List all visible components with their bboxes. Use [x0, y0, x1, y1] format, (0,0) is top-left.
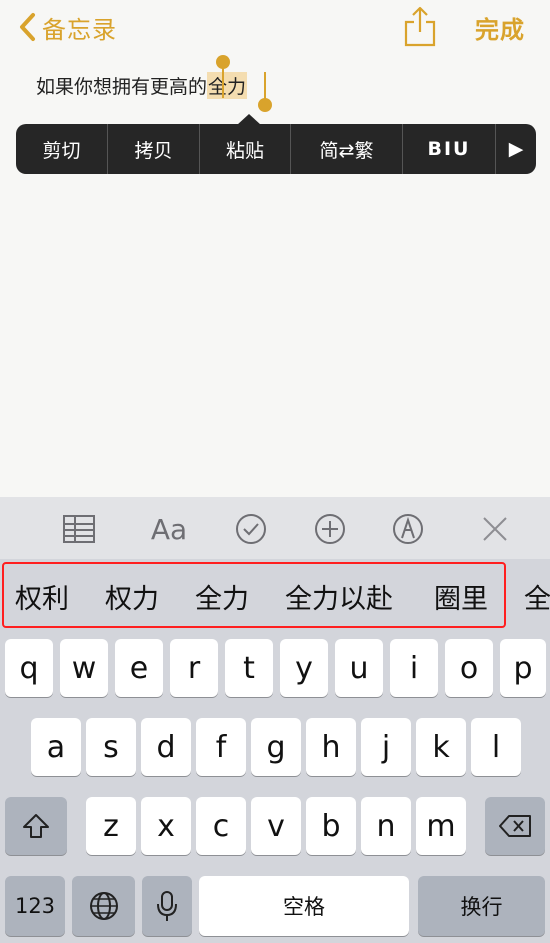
key-e[interactable]: e: [115, 639, 163, 697]
key-k[interactable]: k: [416, 718, 466, 776]
selection-end-handle[interactable]: [257, 72, 273, 114]
simplified-traditional-button[interactable]: 简⇄繁: [291, 124, 403, 174]
table-icon[interactable]: [62, 512, 96, 546]
key-r[interactable]: r: [170, 639, 218, 697]
keyboard: Aa 权利 权力 全力 全力以赴 圈里 全 q w e r t y u i o …: [0, 497, 550, 943]
key-o[interactable]: o: [445, 639, 493, 697]
back-button[interactable]: 备忘录: [16, 10, 117, 44]
microphone-icon: [157, 891, 177, 921]
done-button[interactable]: 完成: [475, 10, 525, 45]
shift-key[interactable]: [5, 797, 67, 855]
key-f[interactable]: f: [196, 718, 246, 776]
key-u[interactable]: u: [335, 639, 383, 697]
key-n[interactable]: n: [361, 797, 411, 855]
candidate-word[interactable]: 圈里: [434, 577, 488, 616]
delete-key[interactable]: [485, 797, 545, 855]
key-q[interactable]: q: [5, 639, 53, 697]
key-w[interactable]: w: [60, 639, 108, 697]
key-s[interactable]: s: [86, 718, 136, 776]
key-i[interactable]: i: [390, 639, 438, 697]
key-z[interactable]: z: [86, 797, 136, 855]
key-h[interactable]: h: [306, 718, 356, 776]
globe-icon: [89, 892, 118, 920]
candidate-bar: 权利 权力 全力 全力以赴 圈里 全: [0, 559, 550, 629]
candidate-highlight-box: [2, 562, 506, 628]
shift-icon: [23, 814, 49, 838]
globe-key[interactable]: [72, 876, 135, 936]
candidate-word[interactable]: 权利: [15, 577, 69, 616]
key-l[interactable]: l: [471, 718, 521, 776]
close-icon[interactable]: [480, 512, 510, 546]
paste-button[interactable]: 粘贴: [200, 124, 291, 174]
candidate-word[interactable]: 全力以赴: [285, 577, 393, 616]
key-d[interactable]: d: [141, 718, 191, 776]
add-icon[interactable]: [313, 512, 347, 546]
key-p[interactable]: p: [500, 639, 546, 697]
candidate-word[interactable]: 全力: [195, 577, 249, 616]
notes-toolbar: Aa: [0, 497, 550, 559]
text-format-icon[interactable]: Aa: [146, 512, 192, 546]
nav-bar: 备忘录 完成: [0, 0, 550, 55]
key-t[interactable]: t: [225, 639, 273, 697]
key-c[interactable]: c: [196, 797, 246, 855]
more-menu-button[interactable]: ▶: [496, 124, 536, 174]
chevron-left-icon: [20, 13, 35, 41]
key-v[interactable]: v: [251, 797, 301, 855]
candidate-word[interactable]: 全: [524, 577, 550, 616]
copy-button[interactable]: 拷贝: [108, 124, 200, 174]
space-key[interactable]: 空格: [199, 876, 409, 936]
markup-pen-icon[interactable]: [391, 512, 425, 546]
share-icon[interactable]: [402, 4, 438, 48]
key-b[interactable]: b: [306, 797, 356, 855]
dictation-key[interactable]: [142, 876, 192, 936]
numbers-key[interactable]: 123: [5, 876, 65, 936]
bold-italic-underline-button[interactable]: BIU: [403, 124, 496, 174]
key-x[interactable]: x: [141, 797, 191, 855]
return-key[interactable]: 换行: [418, 876, 545, 936]
key-a[interactable]: a: [31, 718, 81, 776]
backspace-icon: [499, 815, 531, 837]
key-m[interactable]: m: [416, 797, 466, 855]
key-y[interactable]: y: [280, 639, 328, 697]
key-g[interactable]: g: [251, 718, 301, 776]
cut-button[interactable]: 剪切: [16, 124, 108, 174]
edit-menu: 剪切 拷贝 粘贴 简⇄繁 BIU ▶: [16, 124, 536, 174]
back-label: 备忘录: [42, 15, 117, 44]
candidate-word[interactable]: 权力: [105, 577, 159, 616]
selection-start-handle[interactable]: [215, 54, 231, 98]
key-j[interactable]: j: [361, 718, 411, 776]
checklist-icon[interactable]: [234, 512, 268, 546]
note-text: 如果你想拥有更高的: [36, 75, 208, 98]
